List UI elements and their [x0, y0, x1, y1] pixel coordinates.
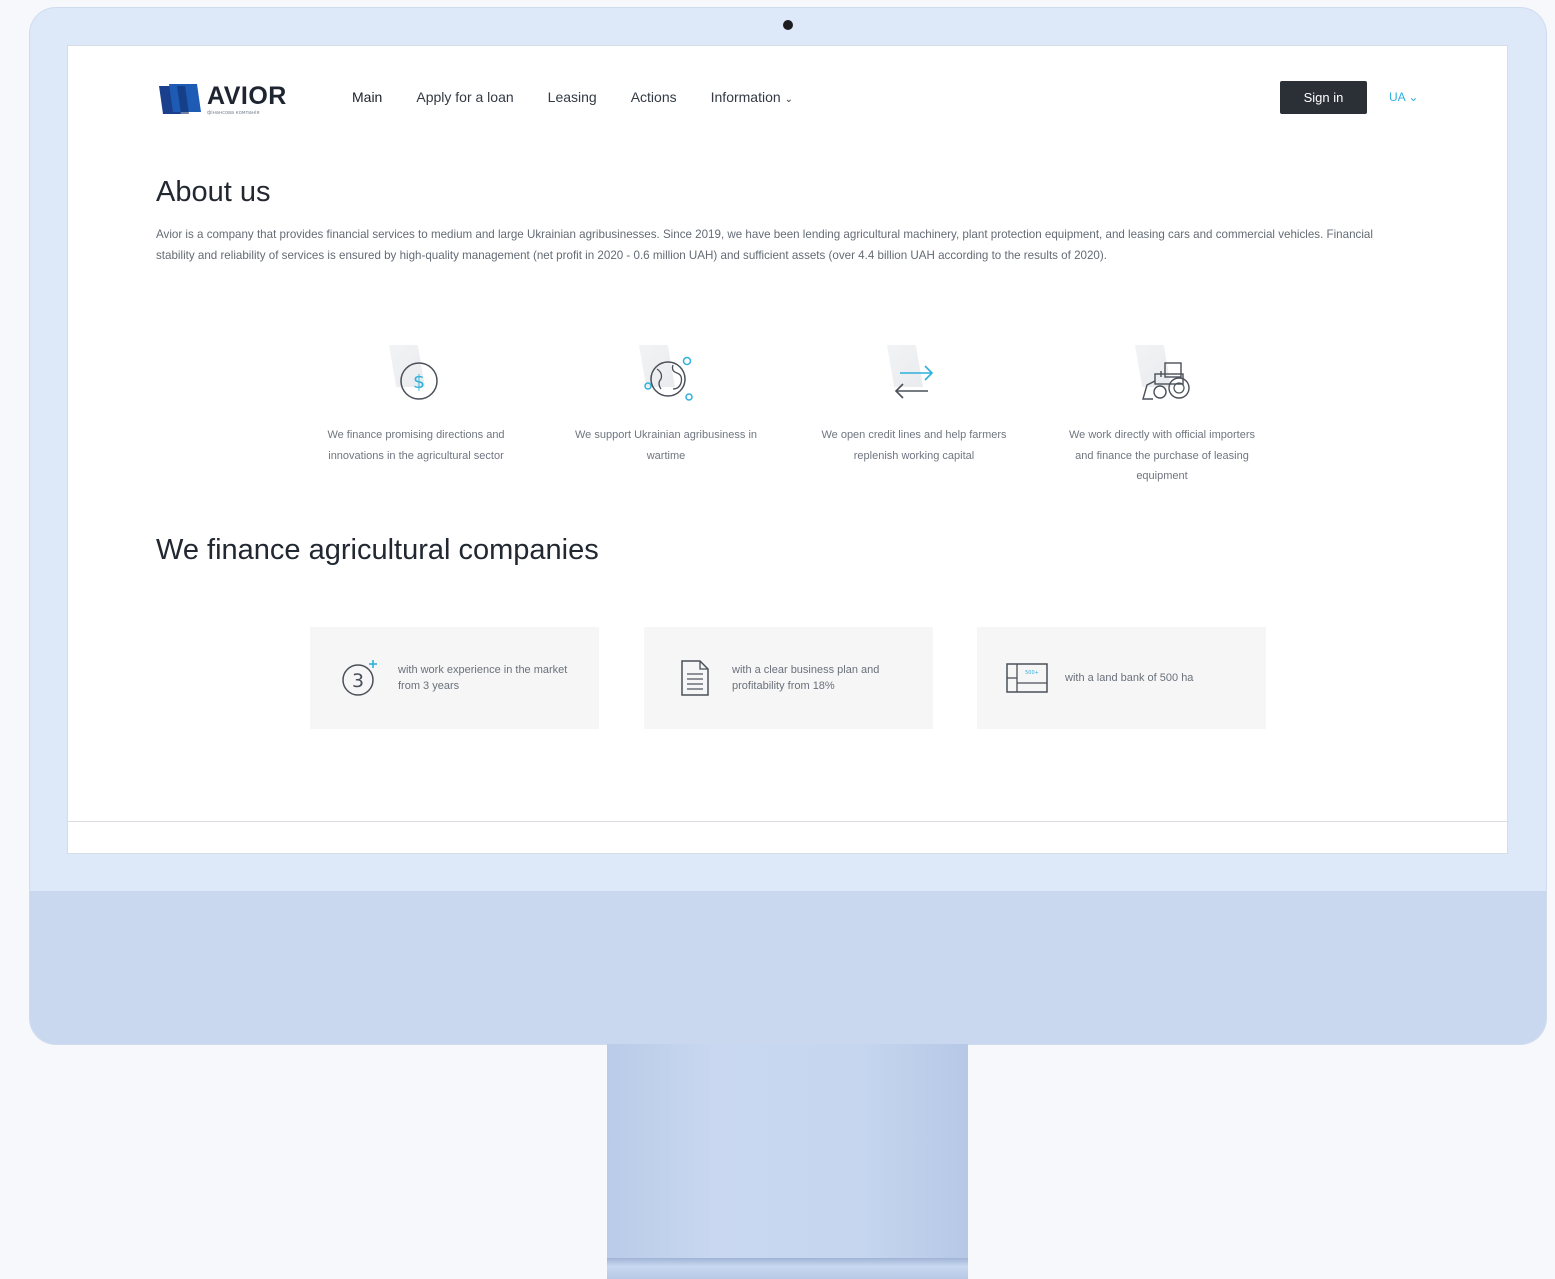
chevron-down-icon: ⌄: [1408, 90, 1419, 104]
monitor-stand: [607, 1044, 968, 1279]
nav-leasing[interactable]: Leasing: [548, 89, 597, 105]
nav-apply-for-loan[interactable]: Apply for a loan: [416, 89, 513, 105]
logo-subtext: фінансова компанія: [207, 110, 260, 116]
land-plot-label: 500+: [1025, 670, 1039, 676]
exchange-arrows-icon: [894, 365, 934, 399]
about-text: Avior is a company that provides financi…: [156, 228, 1373, 262]
about-title: About us: [156, 176, 271, 208]
nav-main[interactable]: Main: [352, 89, 382, 105]
feature-text: We work directly with official importers…: [1068, 429, 1256, 482]
monitor-chin: [30, 891, 1546, 1044]
finance-title: We finance agricultural companies: [156, 534, 599, 566]
language-selector[interactable]: UA ⌄: [1389, 90, 1418, 104]
svg-text:3: 3: [352, 670, 364, 692]
nav-information-label: Information: [710, 89, 781, 105]
camera-dot: [783, 20, 793, 30]
chevron-down-icon: ⌄: [784, 94, 794, 105]
finance-card: 3 with work experience in the market fro…: [310, 627, 599, 729]
feature-text: We support Ukrainian agribusiness in war…: [575, 429, 757, 462]
feature-item: We open credit lines and help farmers re…: [814, 341, 1014, 466]
document-icon: [681, 660, 709, 696]
tractor-icon: [1142, 362, 1190, 400]
feature-item: $ We finance promising directions and in…: [316, 341, 516, 466]
svg-text:$: $: [413, 371, 425, 393]
finance-card: 500+ with a land bank of 500 ha: [977, 627, 1266, 729]
navbar: AVIOR фінансова компанія Main Apply for …: [68, 46, 1507, 150]
monitor-frame: AVIOR фінансова компанія Main Apply for …: [30, 8, 1546, 1044]
feature-text: We finance promising directions and inno…: [327, 429, 505, 462]
feature-item: We support Ukrainian agribusiness in war…: [566, 341, 766, 466]
finance-card-text: with a land bank of 500 ha: [1065, 672, 1194, 684]
logo-text: AVIOR: [207, 82, 287, 110]
nav-links: Main Apply for a loan Leasing Actions In…: [352, 89, 827, 105]
next-section-edge: [68, 821, 1507, 853]
three-plus-icon: 3: [342, 660, 377, 696]
monitor-stand-base: [607, 1258, 968, 1279]
globe-gears-icon: [644, 356, 693, 401]
logo[interactable]: AVIOR фінансова компанія: [157, 82, 287, 116]
nav-actions[interactable]: Actions: [631, 89, 677, 105]
language-label: UA: [1389, 90, 1406, 104]
land-plot-icon: 500+: [1006, 663, 1048, 693]
screen: AVIOR фінансова компанія Main Apply for …: [67, 45, 1508, 854]
finance-card-text: with work experience in the market from …: [398, 664, 568, 692]
feature-text: We open credit lines and help farmers re…: [821, 429, 1007, 462]
logo-mark-icon: [157, 82, 205, 116]
sign-in-button[interactable]: Sign in: [1280, 81, 1367, 114]
finance-card-text: with a clear business plan and profitabi…: [732, 664, 880, 692]
feature-item: We work directly with official importers…: [1062, 341, 1262, 487]
nav-information[interactable]: Information ⌄: [711, 89, 793, 105]
finance-card: with a clear business plan and profitabi…: [644, 627, 933, 729]
dollar-coin-icon: $: [400, 362, 438, 400]
features-list: $ We finance promising directions and in…: [316, 341, 1268, 491]
